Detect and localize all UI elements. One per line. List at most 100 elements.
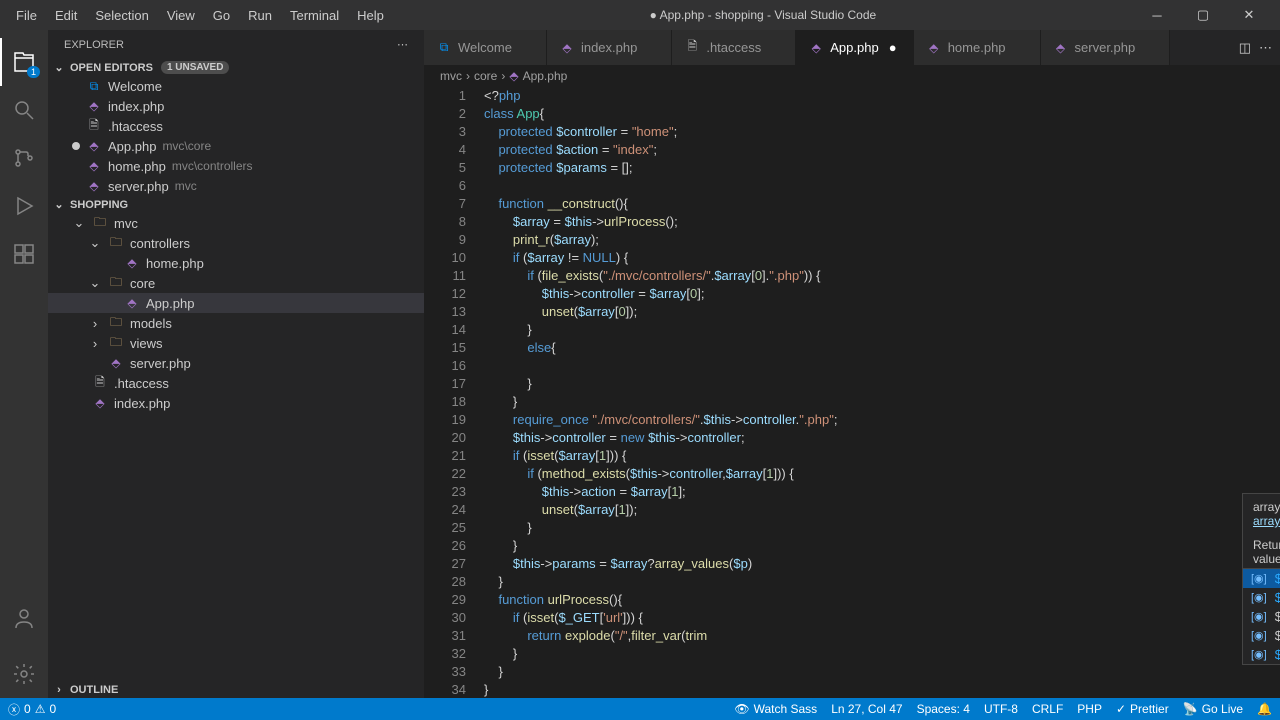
status-errors[interactable]: ⓧ 0 ⚠ 0 [8,701,56,718]
outline-header[interactable]: › OUTLINE [48,682,424,698]
sidebar-title: EXPLORER ⋯ [48,30,424,59]
chevron-down-icon: ⌄ [72,215,86,231]
file-icon: 🗎 [86,118,102,134]
status-encoding[interactable]: UTF-8 [984,702,1018,716]
search-icon[interactable] [0,86,48,134]
explorer-icon[interactable]: 1 [0,38,48,86]
menu-selection[interactable]: Selection [87,4,156,27]
menu-bar: File Edit Selection View Go Run Terminal… [8,4,392,27]
window-title: ● App.php - shopping - Visual Studio Cod… [392,8,1134,22]
autocomplete-item[interactable]: [◉]$http_response_header [1243,645,1280,664]
window-controls: ─ ▢ ✕ [1134,0,1272,30]
more-actions-icon[interactable]: ⋯ [1259,40,1272,56]
file-icon: 🗀 [108,315,124,331]
dirty-dot-icon[interactable]: ● [885,40,901,55]
source-control-icon[interactable] [0,134,48,182]
status-spaces[interactable]: Spaces: 4 [917,702,970,716]
autocomplete-item[interactable]: [◉]$php_errormsg [1243,588,1280,607]
menu-edit[interactable]: Edit [47,4,85,27]
editor-content[interactable]: 1234567891011121314151617181920212223242… [424,87,1280,698]
file-icon: ⧉ [86,78,102,94]
autocomplete-popup[interactable]: [◉]$params[◉]$php_errormsg[◉]$_POST[◉]$H… [1242,568,1280,665]
file-icon: ⬘ [86,178,102,194]
variable-icon: [◉] [1251,572,1267,585]
tree-item[interactable]: ⬘index.php [48,393,424,413]
chevron-down-icon: ⌄ [52,61,66,74]
tree-item[interactable]: ⌄🗀controllers [48,233,424,253]
tree-item[interactable]: ⌄🗀core [48,273,424,293]
open-editor-item[interactable]: ⬘App.php mvc\core [48,136,424,156]
file-icon: 🗀 [108,275,124,291]
settings-icon[interactable] [0,650,48,698]
status-prettier[interactable]: ✓ Prettier [1116,702,1169,716]
autocomplete-item[interactable]: [◉]$HTTP_RAW_POST_DATA [1243,626,1280,645]
tab-App-php[interactable]: ⬘App.php● [796,30,913,65]
sidebar-more-icon[interactable]: ⋯ [397,38,408,51]
open-editor-item[interactable]: ⬘server.php mvc [48,176,424,196]
file-icon: ⬘ [108,355,124,371]
tree-item[interactable]: ⬘server.php [48,353,424,373]
file-icon: ⬘ [86,138,102,154]
open-editor-item[interactable]: 🗎.htaccess [48,116,424,136]
status-cursor[interactable]: Ln 27, Col 47 [831,702,902,716]
file-icon: ⬘ [124,295,140,311]
chevron-right-icon: › [88,336,102,351]
extensions-icon[interactable] [0,230,48,278]
status-golive[interactable]: 📡 Go Live [1183,702,1243,716]
split-editor-icon[interactable]: ◫ [1239,40,1251,56]
tree-item[interactable]: ⬘home.php [48,253,424,273]
status-watch-sass[interactable]: 👁 Watch Sass [734,702,817,716]
dirty-dot-icon [72,142,80,150]
status-bell-icon[interactable]: 🔔 [1257,702,1272,716]
run-debug-icon[interactable] [0,182,48,230]
variable-icon: [◉] [1251,610,1267,623]
close-button[interactable]: ✕ [1226,0,1272,30]
tabs-bar: ⧉Welcome⬘index.php🗎.htaccess⬘App.php●⬘ho… [424,30,1280,65]
tab-home-php[interactable]: ⬘home.php [914,30,1041,65]
menu-file[interactable]: File [8,4,45,27]
status-lang[interactable]: PHP [1077,702,1102,716]
variable-icon: [◉] [1251,591,1267,604]
open-editor-item[interactable]: ⬘home.php mvc\controllers [48,156,424,176]
workspace-header[interactable]: ⌄ SHOPPING [48,196,424,213]
chevron-down-icon: ⌄ [88,235,102,251]
file-icon: ⬘ [124,255,140,271]
file-icon: ⧉ [436,40,452,56]
tree-item[interactable]: ›🗀models [48,313,424,333]
editor-area: ⧉Welcome⬘index.php🗎.htaccess⬘App.php●⬘ho… [424,30,1280,698]
tab-index-php[interactable]: ⬘index.php [547,30,672,65]
chevron-right-icon: › [52,684,66,696]
open-editor-item[interactable]: ⬘index.php [48,96,424,116]
tab-server-php[interactable]: ⬘server.php [1041,30,1171,65]
chevron-down-icon: ⌄ [88,275,102,291]
file-icon: ⬘ [86,158,102,174]
menu-go[interactable]: Go [205,4,238,27]
variable-icon: [◉] [1251,648,1267,661]
tab-Welcome[interactable]: ⧉Welcome [424,30,547,65]
menu-run[interactable]: Run [240,4,280,27]
file-icon: 🗀 [108,335,124,351]
autocomplete-item[interactable]: [◉]$params [1243,569,1280,588]
file-icon: ⬘ [926,40,942,56]
status-eol[interactable]: CRLF [1032,702,1063,716]
open-editor-item[interactable]: ⧉Welcome [48,76,424,96]
tree-item[interactable]: 🗎.htaccess [48,373,424,393]
breadcrumb[interactable]: mvc› core› ⬘App.php [424,65,1280,87]
menu-help[interactable]: Help [349,4,392,27]
file-icon: 🗀 [92,215,108,231]
maximize-button[interactable]: ▢ [1180,0,1226,30]
file-icon: ⬘ [559,40,575,56]
menu-terminal[interactable]: Terminal [282,4,347,27]
tree-item[interactable]: ⌄🗀mvc [48,213,424,233]
minimize-button[interactable]: ─ [1134,0,1180,30]
activity-bar: 1 [0,30,48,698]
tab--htaccess[interactable]: 🗎.htaccess [672,30,796,65]
tree-item[interactable]: ›🗀views [48,333,424,353]
autocomplete-item[interactable]: [◉]$_POST [1243,607,1280,626]
explorer-badge: 1 [27,66,40,78]
menu-view[interactable]: View [159,4,203,27]
tree-item[interactable]: ⬘App.php [48,293,424,313]
accounts-icon[interactable] [0,594,48,642]
open-editors-header[interactable]: ⌄ OPEN EDITORS 1 UNSAVED [48,59,424,76]
unsaved-badge: 1 UNSAVED [161,61,230,74]
